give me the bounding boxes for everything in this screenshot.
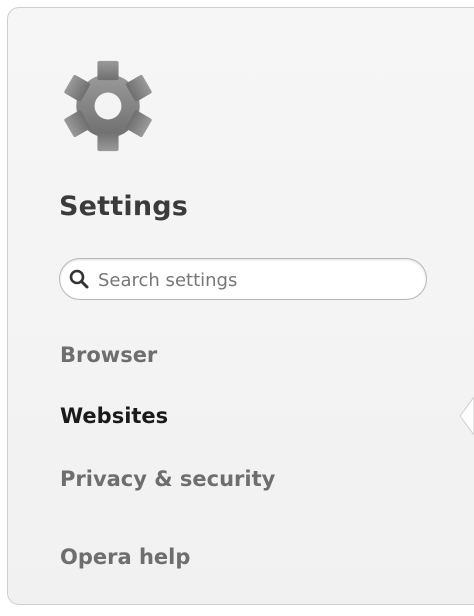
sidebar-item-browser[interactable]: Browser <box>60 343 157 367</box>
page-title: Settings <box>59 191 189 222</box>
gear-icon <box>64 60 152 152</box>
active-section-pointer <box>459 397 474 435</box>
search-input[interactable] <box>96 263 420 297</box>
search-box[interactable] <box>59 258 427 300</box>
sidebar-item-websites[interactable]: Websites <box>60 404 168 428</box>
settings-sidebar: Settings Browser Websites Privacy & secu… <box>7 7 474 605</box>
sidebar-item-privacy-security[interactable]: Privacy & security <box>60 467 275 491</box>
search-icon <box>69 269 89 289</box>
sidebar-item-opera-help[interactable]: Opera help <box>60 545 190 569</box>
